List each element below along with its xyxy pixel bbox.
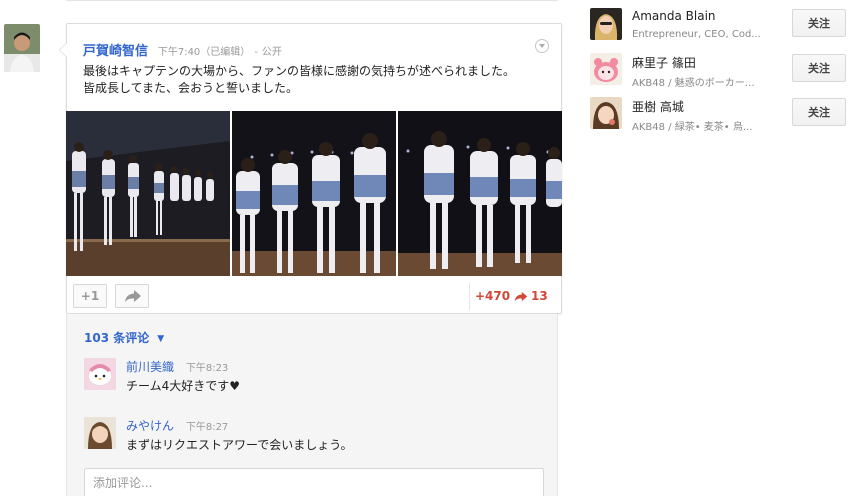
post-actions: +1 +470 13 [67,279,561,314]
post-visibility[interactable]: 公开 [262,47,282,58]
share-arrow-icon [514,291,528,302]
suggested-person: 亜樹 高城 AKB48 / 緑茶• 麦茶• 烏... 关注 [590,96,850,136]
suggested-person-name[interactable]: Amanda Blain [632,9,716,23]
suggested-person-name[interactable]: 麻里子 篠田 [632,54,696,71]
share-button[interactable] [115,284,149,308]
chevron-down-icon: ▼ [157,334,165,344]
post-meta: 下午7:40（已编辑） - 公开 [158,47,282,58]
suggested-person-name[interactable]: 亜樹 高城 [632,98,684,115]
post-photo[interactable] [398,111,562,276]
comment-head: 前川美織 下午8:23 [126,358,228,375]
comments-count-label: 103 条评论 [84,331,150,345]
comment-text: チーム4大好きです♥ [126,379,241,393]
suggested-person: 麻里子 篠田 AKB48 / 魅惑のボーカー… 关注 [590,52,850,92]
share-count: 13 [531,289,548,303]
post-card: 戸賀崎智信 下午7:40（已编辑） - 公开 最後はキャプテンの大場から、ファンの皆… [59,23,562,314]
comment-text: まずはリクエストアワーで会いましょう。 [126,438,353,452]
suggested-person-avatar[interactable] [590,97,622,129]
post-edited-label: （已编辑） [200,47,251,58]
comment-author[interactable]: みやけん [126,419,174,433]
share-arrow-icon [125,290,141,302]
post-meta-separator: - [254,47,258,58]
comment-author[interactable]: 前川美織 [126,360,174,374]
post-photo[interactable] [232,111,396,276]
top-divider [66,0,558,1]
comment-avatar[interactable] [84,358,116,390]
post-text: 最後はキャプテンの大場から、ファンの皆様に感謝の気持ちが述べられました。 皆成長… [83,63,543,97]
comment-avatar[interactable] [84,417,116,449]
follow-button[interactable]: 关注 [792,9,846,37]
author-avatar[interactable] [4,24,40,72]
post-author-name[interactable]: 戸賀崎智信 [83,44,148,59]
photo-strip [66,111,562,276]
suggested-person-desc: Entrepreneur, CEO, Cod... [632,29,761,40]
comment-time[interactable]: 下午8:27 [186,422,228,433]
comment-head: みやけん 下午8:27 [126,417,228,434]
post-photo[interactable] [66,111,230,276]
post-text-line: 最後はキャプテンの大場から、ファンの皆様に感謝の気持ちが述べられました。 [83,64,516,78]
comments-toggle[interactable]: 103 条评论 ▼ [84,329,164,346]
post-time[interactable]: 下午7:40 [158,47,200,58]
post-text-line: 皆成長してまた、会おうと誓いました。 [83,81,299,95]
post-header: 戸賀崎智信 下午7:40（已编辑） - 公开 [83,40,531,59]
suggested-person-avatar[interactable] [590,53,622,85]
plus-count[interactable]: +470 [475,289,510,303]
share-count-link[interactable]: 13 [514,289,548,303]
comment-time[interactable]: 下午8:23 [186,363,228,374]
plus-one-button[interactable]: +1 [73,284,107,308]
follow-button[interactable]: 关注 [792,98,846,126]
suggested-person-avatar[interactable] [590,8,622,40]
suggested-person: Amanda Blain Entrepreneur, CEO, Cod... 关… [590,7,850,47]
chevron-down-circle-icon[interactable] [535,39,549,53]
follow-button[interactable]: 关注 [792,54,846,82]
comments-panel: 103 条评论 ▼ 前川美織 下午8:23 チーム4大好きです♥ みやけん 下午… [66,314,558,496]
action-divider [469,283,470,310]
suggested-person-desc: AKB48 / 緑茶• 麦茶• 烏... [632,122,753,133]
suggested-person-desc: AKB48 / 魅惑のボーカー… [632,78,755,89]
add-comment-input[interactable] [84,468,544,496]
